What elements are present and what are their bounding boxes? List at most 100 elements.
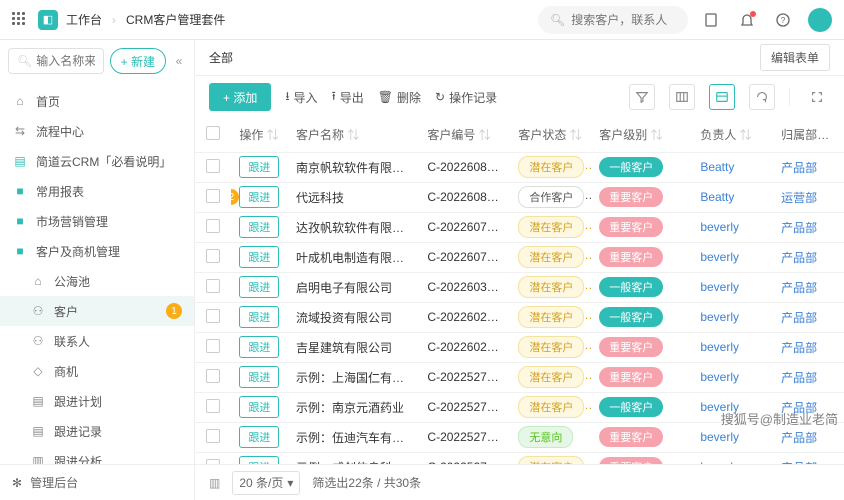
column-header[interactable]: 客户状态 ⇅	[510, 118, 591, 152]
admin-console-link[interactable]: ✻ 管理后台	[0, 464, 194, 500]
dept-link[interactable]: 产品部	[781, 251, 817, 265]
table-row[interactable]: 跟进示例：伍迪汽车有限…C-2022527…无意向重要客户beverly产品部	[195, 422, 844, 452]
owner-link[interactable]: Beatty	[700, 160, 734, 174]
sidebar-item-3[interactable]: ■常用报表	[0, 176, 194, 206]
filter-button[interactable]	[629, 84, 655, 110]
table-row[interactable]: 跟进启明电子有限公司C-2022603…潜在客户一般客户beverly产品部	[195, 272, 844, 302]
owner-link[interactable]: beverly	[700, 250, 739, 264]
breadcrumb-app[interactable]: CRM客户管理套件	[126, 11, 225, 28]
apps-grid-icon[interactable]	[12, 12, 28, 28]
follow-button[interactable]: 跟进	[239, 426, 279, 448]
table-row[interactable]: 跟进南京帆软软件有限公…C-2022608…潜在客户一般客户Beatty产品部	[195, 152, 844, 182]
table-row[interactable]: 跟进流域投资有限公司C-2022602…潜在客户一般客户beverly产品部	[195, 302, 844, 332]
view-form-button[interactable]	[709, 84, 735, 110]
help-icon[interactable]: ?	[772, 9, 794, 31]
collapse-sidebar-icon[interactable]: «	[172, 54, 186, 68]
dept-link[interactable]: 产品部	[781, 461, 817, 465]
sidebar-search[interactable]: 🔍︎	[8, 48, 104, 74]
search-input[interactable]	[571, 13, 676, 27]
owner-link[interactable]: beverly	[700, 430, 739, 444]
row-checkbox[interactable]	[206, 309, 220, 323]
follow-button[interactable]: 跟进	[239, 306, 279, 328]
follow-button[interactable]: 跟进	[239, 246, 279, 268]
sidebar-item-6[interactable]: ⌂公海池	[0, 266, 194, 296]
dept-link[interactable]: 产品部	[781, 281, 817, 295]
table-row[interactable]: 跟进吉星建筑有限公司C-2022602…潜在客户重要客户beverly产品部	[195, 332, 844, 362]
follow-button[interactable]: 跟进	[239, 396, 279, 418]
row-checkbox[interactable]	[206, 249, 220, 263]
column-header[interactable]: 归属部门 ⇅	[773, 118, 844, 152]
sidebar-item-10[interactable]: ▤跟进计划	[0, 386, 194, 416]
row-checkbox[interactable]	[206, 459, 220, 465]
dept-link[interactable]: 产品部	[781, 371, 817, 385]
owner-link[interactable]: beverly	[700, 370, 739, 384]
row-checkbox[interactable]	[206, 159, 220, 173]
follow-button[interactable]: 跟进	[239, 276, 279, 298]
dept-link[interactable]: 产品部	[781, 311, 817, 325]
chart-toggle-icon[interactable]: ▥	[209, 476, 220, 490]
row-checkbox[interactable]	[206, 429, 220, 443]
avatar[interactable]	[808, 8, 832, 32]
row-checkbox[interactable]	[206, 399, 220, 413]
table-row[interactable]: 跟进达孜帆软软件有限公…C-2022607…潜在客户重要客户beverly产品部	[195, 212, 844, 242]
owner-link[interactable]: beverly	[700, 310, 739, 324]
sidebar-item-8[interactable]: ⚇联系人	[0, 326, 194, 356]
fullscreen-button[interactable]	[804, 84, 830, 110]
export-button[interactable]: ⭱导出	[332, 87, 364, 108]
sidebar-item-4[interactable]: ■市场营销管理	[0, 206, 194, 236]
row-checkbox[interactable]	[206, 279, 220, 293]
dept-link[interactable]: 产品部	[781, 401, 817, 415]
dept-link[interactable]: 产品部	[781, 431, 817, 445]
sidebar-item-0[interactable]: ⌂首页	[0, 86, 194, 116]
dept-link[interactable]: 产品部	[781, 221, 817, 235]
owner-link[interactable]: beverly	[700, 220, 739, 234]
new-button[interactable]: + 新建	[110, 48, 166, 74]
table-row[interactable]: 2跟进代远科技C-2022608…合作客户重要客户Beatty运营部	[195, 182, 844, 212]
owner-link[interactable]: Beatty	[700, 190, 734, 204]
refresh-button[interactable]	[749, 84, 775, 110]
owner-link[interactable]: beverly	[700, 460, 739, 464]
dept-link[interactable]: 产品部	[781, 341, 817, 355]
dept-link[interactable]: 产品部	[781, 161, 817, 175]
history-button[interactable]: ↻操作记录	[435, 89, 497, 106]
select-all-checkbox[interactable]	[206, 126, 220, 140]
row-checkbox[interactable]	[206, 219, 220, 233]
row-checkbox[interactable]	[206, 189, 220, 203]
sidebar-item-2[interactable]: ▤简道云CRM「必看说明」	[0, 146, 194, 176]
table-row[interactable]: 跟进示例：南京元酒药业C-2022527…潜在客户一般客户beverly产品部	[195, 392, 844, 422]
sidebar-item-1[interactable]: ⇆流程中心	[0, 116, 194, 146]
breadcrumb-root[interactable]: 工作台	[66, 11, 102, 28]
import-button[interactable]: ⭳导入	[285, 87, 317, 108]
follow-button[interactable]: 跟进	[239, 366, 279, 388]
owner-link[interactable]: beverly	[700, 280, 739, 294]
row-checkbox[interactable]	[206, 339, 220, 353]
sidebar-item-9[interactable]: ◇商机	[0, 356, 194, 386]
follow-button[interactable]: 跟进	[239, 186, 279, 208]
follow-button[interactable]: 跟进	[239, 336, 279, 358]
bell-icon[interactable]	[736, 9, 758, 31]
sidebar-item-7[interactable]: ⚇客户1	[0, 296, 194, 326]
table-row[interactable]: 跟进叶成机电制造有限公…C-2022607…潜在客户重要客户beverly产品部	[195, 242, 844, 272]
follow-button[interactable]: 跟进	[239, 156, 279, 178]
page-size-select[interactable]: 20 条/页 ▾	[232, 471, 300, 495]
table-row[interactable]: 跟进示例：威创信息科技…C-2022527…潜在客户重要客户beverly产品部	[195, 452, 844, 464]
column-header[interactable]: 客户级别 ⇅	[591, 118, 692, 152]
sidebar-item-11[interactable]: ▤跟进记录	[0, 416, 194, 446]
sidebar-search-input[interactable]	[36, 54, 94, 68]
column-header[interactable]: 客户编号 ⇅	[419, 118, 510, 152]
owner-link[interactable]: beverly	[700, 340, 739, 354]
columns-button[interactable]	[669, 84, 695, 110]
book-icon[interactable]	[700, 9, 722, 31]
sidebar-item-12[interactable]: ▥跟进分析	[0, 446, 194, 464]
dept-link[interactable]: 运营部	[781, 191, 817, 205]
table-row[interactable]: 跟进示例：上海国仁有限…C-2022527…潜在客户重要客户beverly产品部	[195, 362, 844, 392]
column-header[interactable]: 负责人 ⇅	[692, 118, 773, 152]
add-button[interactable]: + 添加	[209, 83, 271, 111]
delete-button[interactable]: 🗑删除	[378, 89, 421, 106]
owner-link[interactable]: beverly	[700, 400, 739, 414]
follow-button[interactable]: 跟进	[239, 216, 279, 238]
sidebar-item-5[interactable]: ■客户及商机管理	[0, 236, 194, 266]
column-header[interactable]: 客户名称 ⇅	[288, 118, 419, 152]
follow-button[interactable]: 跟进	[239, 456, 279, 464]
edit-form-button[interactable]: 编辑表单	[760, 44, 830, 71]
